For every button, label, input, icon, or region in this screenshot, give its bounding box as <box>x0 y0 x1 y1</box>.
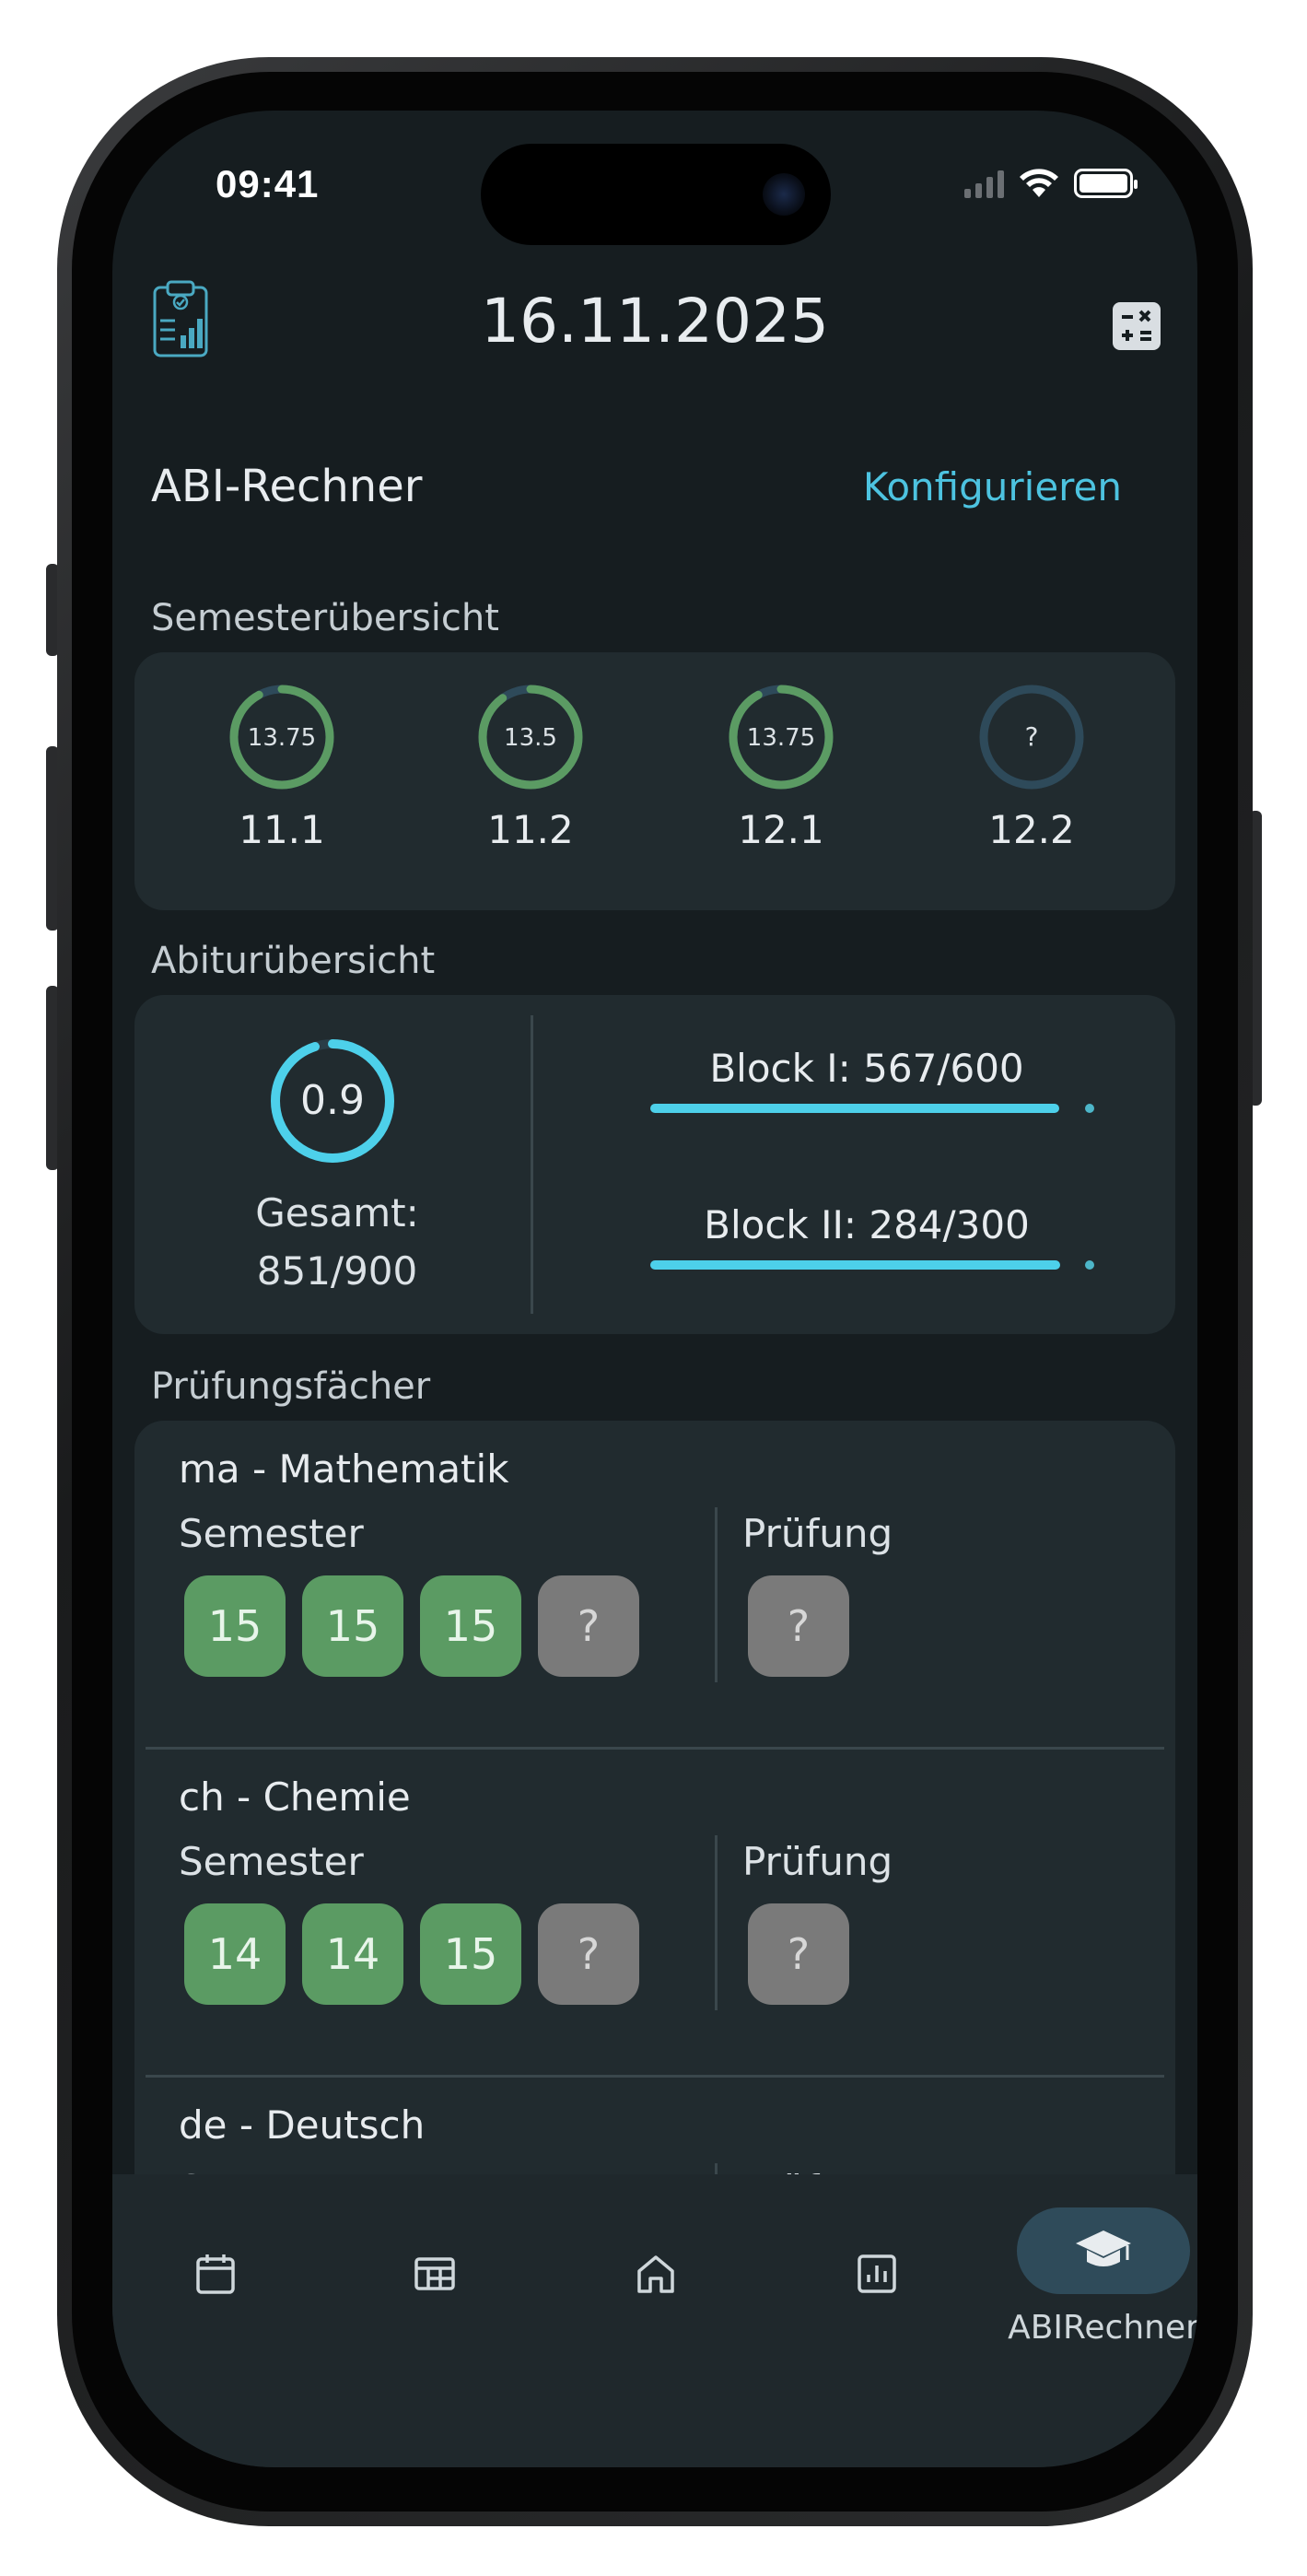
block-1-progress <box>650 1104 1094 1113</box>
exam-column-label: Prüfung <box>742 1511 893 1556</box>
semester-grades: 14 14 15? <box>184 1903 639 2005</box>
exam-grade[interactable]: ? <box>748 1575 849 1677</box>
chart-icon <box>858 2254 896 2293</box>
block-2: Block II: 284/300 <box>650 1202 1094 1270</box>
semester-ring: 13.75 <box>729 685 834 790</box>
semester-name: 12.2 <box>988 807 1075 852</box>
subject-name: ma - Mathematik <box>179 1446 509 1492</box>
timetable-icon <box>414 2257 455 2290</box>
header-date: 16.11.2025 <box>481 286 829 357</box>
semester-overview-card: 13.75 11.1 13.5 11.2 13.75 12.1? 12.2 <box>134 652 1175 910</box>
semester-column-label: Semester <box>179 1839 364 1884</box>
semester-name: 11.1 <box>239 807 325 852</box>
abitur-overview-card: 0.9 Gesamt: 851/900 Block I: 567/600 Blo… <box>134 995 1175 1334</box>
calculator-icon[interactable] <box>1113 302 1161 350</box>
semester-item[interactable]: 13.5 11.2 <box>448 680 613 852</box>
exam-grades: ? <box>748 1903 849 2005</box>
semester-overview-label: Semesterübersicht <box>151 597 499 639</box>
semester-item[interactable]: 13.75 11.1 <box>199 680 365 852</box>
block-2-progress <box>650 1260 1094 1270</box>
block-2-end-dot <box>1085 1260 1094 1270</box>
total-grade-ring: 0.9 <box>271 1039 394 1163</box>
status-icons <box>964 168 1138 199</box>
semester-grade[interactable]: 14 <box>184 1903 286 2005</box>
block-1-fill <box>650 1104 1060 1113</box>
status-time: 09:41 <box>216 162 320 205</box>
block-2-fill <box>650 1260 1061 1270</box>
semester-grade[interactable]: 15 <box>302 1575 403 1677</box>
home-icon <box>637 2255 674 2293</box>
subject-name: ch - Chemie <box>179 1774 411 1820</box>
calendar-icon <box>196 2254 235 2294</box>
semester-item[interactable]: ? 12.2 <box>949 680 1114 852</box>
semester-ring: 13.75 <box>229 685 334 790</box>
block-2-label: Block II: 284/300 <box>704 1202 1030 1247</box>
exam-subject[interactable]: ch - Chemie Semester Prüfung 14 14 15?? <box>134 1749 1175 2078</box>
exam-grades: ? <box>748 1575 849 1677</box>
block-1: Block I: 567/600 <box>650 1046 1094 1113</box>
semester-grade[interactable]: 14 <box>302 1903 403 2005</box>
nav-abi-rechner[interactable] <box>1017 2207 1190 2294</box>
phone-screen: 09:41 16.11.2025 ABI-Rechner Konfigurier… <box>112 111 1197 2467</box>
semester-item[interactable]: 13.75 12.1 <box>698 680 864 852</box>
front-camera <box>763 173 805 216</box>
exam-subjects-card: ma - Mathematik Semester Prüfung 15 15 15?? ch… <box>134 1421 1175 2338</box>
app-header: 16.11.2025 <box>112 258 1197 369</box>
bottom-navigation: ABIRechner <box>112 2174 1197 2467</box>
semester-grade[interactable]: 15 <box>184 1575 286 1677</box>
semester-grade[interactable]: ? <box>538 1575 639 1677</box>
abitur-divider <box>531 1015 533 1314</box>
semester-name: 12.1 <box>738 807 824 852</box>
battery-icon <box>1074 169 1138 198</box>
semester-ring-value: 13.5 <box>504 724 557 752</box>
nav-statistics[interactable] <box>831 2228 923 2320</box>
exam-subject[interactable]: ma - Mathematik Semester Prüfung 15 15 15?? <box>134 1421 1175 1750</box>
total-grade-value: 0.9 <box>300 1077 365 1124</box>
subject-divider <box>715 1835 718 2010</box>
exam-column-label: Prüfung <box>742 1839 893 1884</box>
exam-subjects-label: Prüfungsfächer <box>151 1365 431 1408</box>
semester-grade[interactable]: ? <box>538 1903 639 2005</box>
semester-ring-value: 13.75 <box>747 724 815 752</box>
semester-ring-value: 13.75 <box>248 724 316 752</box>
wifi-icon <box>1020 169 1058 197</box>
semester-ring-value: ? <box>1025 721 1039 752</box>
nav-abi-rechner-label: ABIRechner <box>1008 2309 1197 2347</box>
semester-column-label: Semester <box>179 1511 364 1556</box>
subject-divider <box>715 1507 718 1682</box>
semester-ring: ? <box>979 685 1084 790</box>
dynamic-island <box>481 144 831 245</box>
semester-grades: 15 15 15? <box>184 1575 639 1677</box>
abi-title-row: ABI-Rechner Konfigurieren <box>151 461 1159 525</box>
nav-timetable[interactable] <box>389 2228 481 2320</box>
block-1-label: Block I: 567/600 <box>709 1046 1024 1091</box>
nav-calendar[interactable] <box>169 2228 262 2320</box>
total-label: Gesamt: <box>255 1190 419 1235</box>
total-value: 851/900 <box>256 1248 418 1294</box>
exam-grade[interactable]: ? <box>748 1903 849 2005</box>
block-1-end-dot <box>1085 1104 1094 1113</box>
nav-home[interactable] <box>610 2228 702 2320</box>
semester-grade[interactable]: 15 <box>420 1575 521 1677</box>
cellular-signal-icon <box>964 169 1004 198</box>
abitur-overview-label: Abiturübersicht <box>151 940 436 982</box>
subject-name: de - Deutsch <box>179 2102 426 2148</box>
graduation-cap-icon <box>1076 2231 1131 2266</box>
semester-ring: 13.5 <box>478 685 583 790</box>
semester-name: 11.2 <box>487 807 574 852</box>
configure-link[interactable]: Konfigurieren <box>863 464 1122 509</box>
semester-grade[interactable]: 15 <box>420 1903 521 2005</box>
